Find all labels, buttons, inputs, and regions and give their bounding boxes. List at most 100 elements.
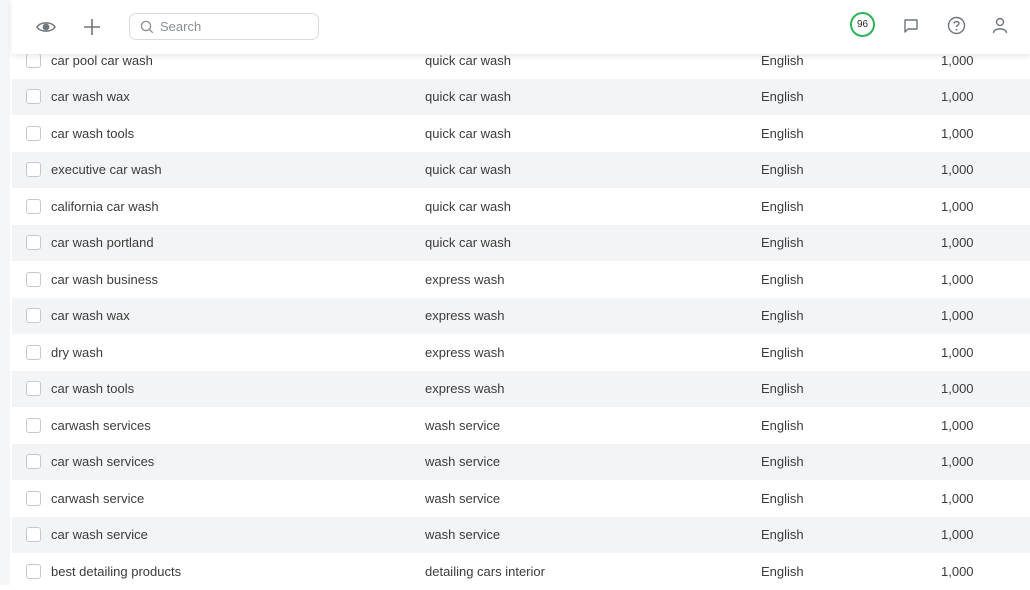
user-icon[interactable] (988, 13, 1012, 37)
row-checkbox[interactable] (26, 563, 41, 579)
comment-icon[interactable] (900, 15, 922, 37)
keyword-cell: car wash service (51, 527, 148, 543)
language-cell: English (761, 125, 804, 141)
top-toolbar: 96 (12, 0, 1030, 54)
volume-cell: 1,000 (941, 563, 974, 579)
table-row: car wash tools quick car wash English 1,… (12, 115, 1030, 152)
table-row: car wash wax quick car wash English 1,00… (12, 78, 1030, 115)
language-cell: English (761, 344, 804, 360)
volume-cell: 1,000 (941, 527, 974, 543)
group-cell: wash service (425, 417, 501, 433)
row-checkbox[interactable] (26, 381, 41, 397)
search-icon (140, 20, 154, 34)
keyword-cell: california car wash (51, 198, 159, 214)
group-cell: express wash (425, 308, 505, 324)
group-cell: express wash (425, 381, 505, 397)
keyword-cell: car wash tools (51, 125, 135, 141)
keyword-cell: car wash portland (51, 235, 154, 251)
keyword-cell: car pool car wash (51, 52, 153, 68)
table-row: california car wash quick car wash Engli… (12, 188, 1030, 225)
language-cell: English (761, 308, 804, 324)
keyword-table: car pool car wash quick car wash English… (12, 42, 1030, 590)
keyword-cell: car wash wax (51, 308, 130, 324)
score-badge[interactable]: 96 (850, 12, 875, 37)
row-checkbox[interactable] (26, 89, 41, 105)
row-checkbox[interactable] (26, 308, 41, 324)
left-rail (0, 0, 10, 585)
volume-cell: 1,000 (941, 344, 974, 360)
keyword-cell: dry wash (51, 344, 104, 360)
group-cell: wash service (425, 454, 501, 470)
group-cell: quick car wash (425, 235, 511, 251)
group-cell: wash service (425, 527, 501, 543)
volume-cell: 1,000 (941, 417, 974, 433)
language-cell: English (761, 417, 804, 433)
language-cell: English (761, 490, 804, 506)
group-cell: detailing cars interior (425, 563, 545, 579)
search-input[interactable] (160, 19, 300, 34)
keyword-cell: car wash tools (51, 381, 135, 397)
language-cell: English (761, 454, 804, 470)
keyword-cell: car wash services (51, 454, 155, 470)
volume-cell: 1,000 (941, 454, 974, 470)
group-cell: quick car wash (425, 125, 511, 141)
language-cell: English (761, 89, 804, 105)
table-row: carwash services wash service English 1,… (12, 407, 1030, 444)
table-row: dry wash express wash English 1,000 (12, 334, 1030, 371)
row-checkbox[interactable] (26, 235, 41, 251)
table-row: car wash tools express wash English 1,00… (12, 370, 1030, 407)
language-cell: English (761, 198, 804, 214)
row-checkbox[interactable] (26, 490, 41, 506)
table-row: car wash business express wash English 1… (12, 261, 1030, 298)
group-cell: express wash (425, 344, 505, 360)
table-row: car wash service wash service English 1,… (12, 516, 1030, 553)
language-cell: English (761, 381, 804, 397)
group-cell: express wash (425, 271, 505, 287)
row-checkbox[interactable] (26, 454, 41, 470)
add-icon[interactable] (80, 15, 104, 39)
volume-cell: 1,000 (941, 125, 974, 141)
row-checkbox[interactable] (26, 125, 41, 141)
volume-cell: 1,000 (941, 162, 974, 178)
volume-cell: 1,000 (941, 89, 974, 105)
table-row: car wash portland quick car wash English… (12, 224, 1030, 261)
keyword-cell: best detailing products (51, 563, 182, 579)
row-checkbox[interactable] (26, 527, 41, 543)
row-checkbox[interactable] (26, 52, 41, 68)
keyword-cell: carwash service (51, 490, 145, 506)
search-box[interactable] (129, 13, 319, 40)
table-row: carwash service wash service English 1,0… (12, 480, 1030, 517)
language-cell: English (761, 235, 804, 251)
group-cell: quick car wash (425, 52, 511, 68)
group-cell: quick car wash (425, 162, 511, 178)
help-icon[interactable] (944, 13, 968, 37)
volume-cell: 1,000 (941, 198, 974, 214)
volume-cell: 1,000 (941, 271, 974, 287)
row-checkbox[interactable] (26, 162, 41, 178)
language-cell: English (761, 271, 804, 287)
row-checkbox[interactable] (26, 271, 41, 287)
volume-cell: 1,000 (941, 52, 974, 68)
table-row: executive car wash quick car wash Englis… (12, 151, 1030, 188)
keyword-cell: executive car wash (51, 162, 162, 178)
volume-cell: 1,000 (941, 490, 974, 506)
row-checkbox[interactable] (26, 417, 41, 433)
volume-cell: 1,000 (941, 235, 974, 251)
language-cell: English (761, 162, 804, 178)
volume-cell: 1,000 (941, 308, 974, 324)
group-cell: quick car wash (425, 198, 511, 214)
table-row: car wash wax express wash English 1,000 (12, 297, 1030, 334)
eye-icon[interactable] (34, 16, 58, 38)
row-checkbox[interactable] (26, 344, 41, 360)
language-cell: English (761, 52, 804, 68)
keyword-cell: car wash wax (51, 89, 130, 105)
keyword-cell: carwash services (51, 417, 151, 433)
row-checkbox[interactable] (26, 198, 41, 214)
group-cell: quick car wash (425, 89, 511, 105)
group-cell: wash service (425, 490, 501, 506)
keyword-cell: car wash business (51, 271, 158, 287)
table-row: best detailing products detailing cars i… (12, 553, 1030, 590)
language-cell: English (761, 527, 804, 543)
table-row: car wash services wash service English 1… (12, 443, 1030, 480)
language-cell: English (761, 563, 804, 579)
